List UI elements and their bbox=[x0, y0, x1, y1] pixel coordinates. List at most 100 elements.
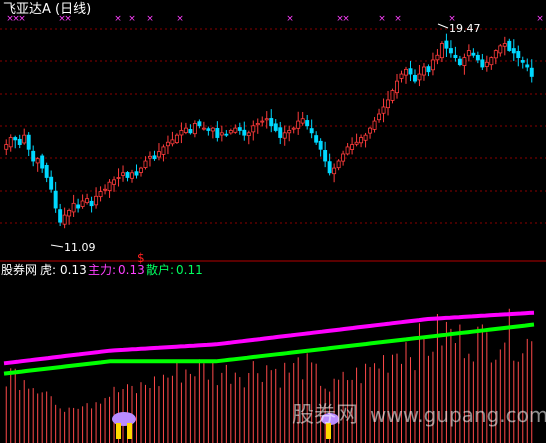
watermark-url: www.gupang.com bbox=[370, 403, 546, 427]
main-force-label: 主力: bbox=[88, 263, 116, 277]
candle-body bbox=[439, 43, 444, 59]
candle-body bbox=[413, 74, 417, 82]
candle-body bbox=[314, 135, 319, 143]
candle-body bbox=[107, 181, 112, 192]
main-force-value: 0.13 bbox=[118, 263, 145, 277]
kline-chart[interactable]: ××× ×× × × × × × ×× × × × × 19.47 11.09 $ 飞亚达A (日线)… bbox=[0, 0, 546, 443]
candle-body bbox=[282, 132, 287, 139]
candle-body bbox=[210, 127, 215, 132]
candle-body bbox=[399, 73, 404, 79]
candle-body bbox=[502, 43, 507, 47]
candle-body bbox=[116, 177, 121, 179]
candle-body bbox=[269, 118, 274, 127]
candle-body bbox=[529, 67, 534, 77]
signal-marker: × bbox=[378, 14, 386, 24]
candle-body bbox=[246, 132, 251, 137]
candle-body bbox=[516, 51, 521, 59]
candle-body bbox=[197, 121, 202, 127]
candle-body bbox=[4, 144, 9, 150]
candle-body bbox=[448, 48, 453, 54]
candle-body bbox=[112, 179, 117, 185]
candle-body bbox=[278, 127, 283, 138]
source-label: 股券网 bbox=[1, 262, 37, 277]
candle-body bbox=[98, 191, 103, 198]
candle-body bbox=[49, 176, 54, 190]
candle-body bbox=[345, 146, 350, 155]
candle-body bbox=[350, 144, 355, 150]
candle-body bbox=[511, 48, 516, 54]
candle-body bbox=[327, 161, 332, 174]
candle-body bbox=[22, 134, 27, 144]
candle-body bbox=[201, 127, 206, 130]
candle-body bbox=[17, 138, 22, 145]
candle-body bbox=[134, 171, 139, 176]
candle-body bbox=[242, 129, 247, 136]
candle-body bbox=[368, 127, 373, 134]
candle-body bbox=[67, 209, 72, 217]
candle-body bbox=[188, 129, 193, 134]
signal-marker: × bbox=[128, 14, 136, 24]
candle-body bbox=[408, 68, 413, 75]
candle-body bbox=[332, 167, 337, 175]
candle-body bbox=[309, 128, 314, 134]
retail-value: 0.11 bbox=[176, 263, 203, 277]
candle-body bbox=[444, 40, 449, 49]
candle-body bbox=[457, 58, 462, 66]
signal-marker: × bbox=[146, 14, 154, 24]
high-price-label: 19.47 bbox=[449, 22, 481, 35]
candle-body bbox=[336, 160, 341, 169]
candle-body bbox=[13, 137, 18, 141]
stock-chart-window: × × × × × × × × × × × × × × × × 19.47 11.09 $ 飞亚达A (日线)… bbox=[0, 0, 546, 443]
candle-body bbox=[143, 160, 148, 168]
candle-body bbox=[498, 45, 503, 54]
candle-body bbox=[395, 80, 399, 94]
high-price-annotation: 19.47 bbox=[437, 22, 481, 35]
watermark: 股券网 www.gupang.com bbox=[292, 403, 546, 428]
signal-marker: × bbox=[394, 14, 402, 24]
candle-body bbox=[386, 99, 390, 109]
candle-body bbox=[287, 130, 292, 134]
candle-body bbox=[318, 140, 323, 150]
candle-body bbox=[426, 66, 431, 73]
candle-body bbox=[435, 54, 440, 61]
candle-body bbox=[179, 130, 184, 136]
candle-body bbox=[354, 141, 359, 145]
candle-body bbox=[161, 146, 166, 155]
candle-body bbox=[192, 123, 197, 135]
candle-body bbox=[377, 113, 382, 121]
candle-body bbox=[507, 40, 512, 51]
candle-body bbox=[462, 57, 467, 66]
candle-body bbox=[363, 134, 368, 141]
candle-body bbox=[291, 127, 296, 130]
candle-body bbox=[421, 66, 426, 76]
candle-body bbox=[341, 153, 346, 162]
candle-body bbox=[323, 150, 328, 162]
candle-body bbox=[381, 106, 386, 114]
low-price-annotation: 11.09 bbox=[50, 241, 96, 254]
signal-marker: × bbox=[342, 14, 350, 24]
candle-body bbox=[80, 200, 85, 207]
candle-body bbox=[174, 134, 179, 143]
candle-body bbox=[255, 123, 260, 126]
candle-body bbox=[417, 73, 422, 81]
candle-body bbox=[390, 90, 395, 101]
candle-body bbox=[156, 151, 161, 158]
candle-body bbox=[183, 127, 188, 133]
candle-body bbox=[296, 120, 301, 129]
candle-body bbox=[520, 60, 525, 63]
candle-body bbox=[251, 125, 256, 133]
candle-body bbox=[71, 202, 76, 213]
candlesticks bbox=[4, 33, 534, 229]
watermark-cn: 股券网 bbox=[292, 403, 358, 428]
candle-body bbox=[480, 59, 485, 68]
candle-body bbox=[139, 167, 143, 173]
candle-body bbox=[224, 133, 229, 136]
candle-body bbox=[165, 141, 170, 147]
candle-body bbox=[35, 158, 40, 164]
retail-line bbox=[3, 322, 535, 376]
low-price-label: 11.09 bbox=[64, 241, 96, 254]
signal-marker: × bbox=[176, 14, 184, 24]
candle-body bbox=[8, 137, 13, 148]
signal-marker: × bbox=[114, 14, 122, 24]
candle-body bbox=[493, 50, 498, 59]
